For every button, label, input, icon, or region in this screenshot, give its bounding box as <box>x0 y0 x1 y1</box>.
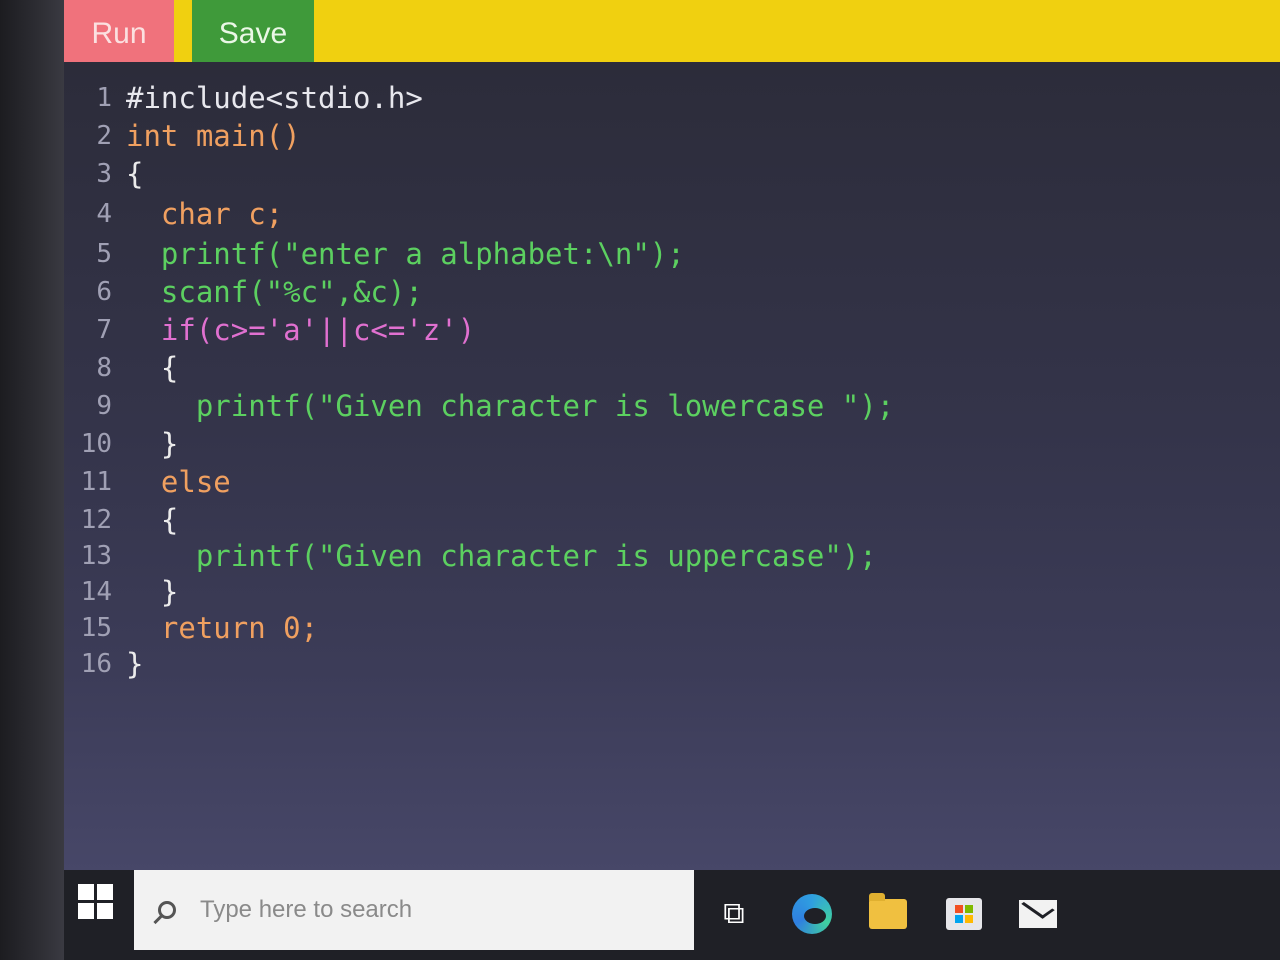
line-number: 4 <box>96 199 112 229</box>
line-code: else <box>126 465 231 499</box>
code-line[interactable]: 4 char c; <box>64 196 283 232</box>
search-icon <box>158 901 176 919</box>
store-icon[interactable] <box>942 892 986 936</box>
code-line[interactable]: 1 #include<stdio.h> <box>64 80 423 116</box>
line-number: 6 <box>96 277 112 307</box>
code-line[interactable]: 8 { <box>64 350 178 386</box>
windows-start-icon[interactable] <box>78 884 113 919</box>
line-number: 10 <box>80 429 112 459</box>
save-button[interactable]: Save <box>192 0 314 68</box>
search-placeholder: Type here to search <box>200 896 413 923</box>
code-line[interactable]: 15 return 0; <box>64 610 318 646</box>
line-code: printf("Given character is lowercase "); <box>126 389 895 423</box>
line-number: 3 <box>96 159 112 189</box>
mail-icon[interactable] <box>1016 892 1060 936</box>
line-number: 1 <box>96 83 112 113</box>
line-code: printf("enter a alphabet:\n"); <box>126 237 685 271</box>
line-code: char c; <box>126 197 284 231</box>
line-number: 14 <box>80 577 112 607</box>
code-line[interactable]: 16 } <box>64 646 144 682</box>
line-number: 7 <box>96 315 112 345</box>
code-line[interactable]: 3 { <box>64 156 143 192</box>
line-code: int main() <box>126 119 301 153</box>
line-code: return 0; <box>126 611 319 645</box>
line-number: 5 <box>96 239 112 269</box>
line-code: scanf("%c",&c); <box>126 275 423 309</box>
code-line[interactable]: 9 printf("Given character is lowercase "… <box>64 388 894 424</box>
line-code: } <box>126 575 179 609</box>
line-code: { <box>126 157 144 191</box>
code-line[interactable]: 14 } <box>64 574 179 610</box>
line-number: 11 <box>80 467 112 497</box>
code-editor[interactable]: 1 #include<stdio.h> 2 int main() 3 { 4 c… <box>64 62 1280 872</box>
line-code: } <box>126 647 144 681</box>
code-line[interactable]: 12 { <box>64 502 179 538</box>
line-number: 8 <box>96 353 112 383</box>
line-code: { <box>126 503 179 537</box>
line-number: 13 <box>80 541 112 571</box>
code-line[interactable]: 5 printf("enter a alphabet:\n"); <box>64 236 685 272</box>
monitor-bezel <box>0 0 64 960</box>
code-line[interactable]: 2 int main() <box>64 118 301 154</box>
line-code: if(c>='a'||c<='z') <box>126 313 476 347</box>
line-code: } <box>126 427 179 461</box>
line-number: 12 <box>80 505 112 535</box>
line-code: #include<stdio.h> <box>126 81 423 115</box>
edge-browser-icon[interactable] <box>790 892 834 936</box>
line-number: 16 <box>80 649 112 679</box>
run-button[interactable]: Run <box>64 0 174 68</box>
line-code: printf("Given character is uppercase"); <box>126 539 877 573</box>
desktop-screen: Run Save 1 #include<stdio.h> 2 int main(… <box>0 0 1280 960</box>
code-line[interactable]: 13 printf("Given character is uppercase"… <box>64 538 877 574</box>
line-code: { <box>126 351 179 385</box>
code-line[interactable]: 6 scanf("%c",&c); <box>64 274 423 310</box>
task-view-icon[interactable]: ⧉ <box>712 892 756 936</box>
windows-taskbar: Type here to search ⧉ <box>64 870 1280 960</box>
code-line[interactable]: 11 else <box>64 464 231 500</box>
line-number: 15 <box>80 613 112 643</box>
line-number: 2 <box>96 121 112 151</box>
line-number: 9 <box>96 391 112 421</box>
code-line[interactable]: 7 if(c>='a'||c<='z') <box>64 312 475 348</box>
file-explorer-icon[interactable] <box>866 892 910 936</box>
code-line[interactable]: 10 } <box>64 426 179 462</box>
taskbar-search-box[interactable]: Type here to search <box>134 870 694 950</box>
